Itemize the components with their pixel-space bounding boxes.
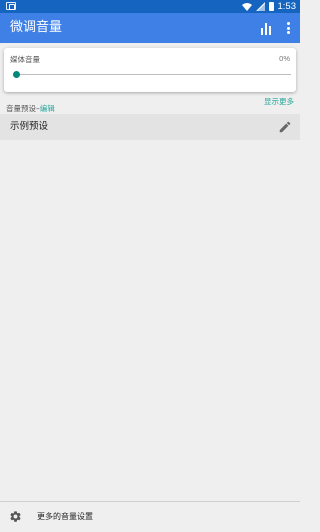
media-volume-slider[interactable] [13, 71, 291, 78]
app-title: 微调音量 [10, 20, 63, 35]
slider-thumb[interactable] [13, 71, 20, 78]
presets-header: 音量预设–编辑 [6, 103, 55, 114]
signal-icon [255, 2, 265, 11]
preset-item[interactable]: 示例预设 [0, 114, 300, 140]
wifi-icon [241, 2, 252, 11]
status-time: 1:53 [277, 1, 297, 12]
notification-icon [6, 2, 16, 10]
preset-name: 示例预设 [10, 121, 49, 132]
presets-header-label: 音量预设– [6, 104, 40, 113]
status-bar: 1:53 [0, 0, 300, 13]
media-volume-percent: 0% [279, 54, 290, 63]
battery-icon [268, 2, 274, 11]
app-bar: 微调音量 [0, 13, 300, 43]
show-more-link[interactable]: 显示更多 [264, 96, 294, 107]
status-icons: 1:53 [241, 0, 297, 13]
gear-icon [10, 511, 21, 522]
edit-pencil-icon[interactable] [278, 120, 292, 134]
more-vert-icon[interactable] [284, 21, 292, 35]
edit-presets-link[interactable]: 编辑 [40, 104, 55, 113]
equalizer-icon[interactable] [260, 21, 274, 35]
more-volume-settings-label: 更多的音量设置 [37, 512, 93, 521]
media-volume-card: 媒体音量 0% [4, 48, 296, 92]
slider-track [13, 74, 291, 75]
media-volume-label: 媒体音量 [10, 55, 40, 64]
more-volume-settings-row[interactable]: 更多的音量设置 [0, 501, 300, 532]
